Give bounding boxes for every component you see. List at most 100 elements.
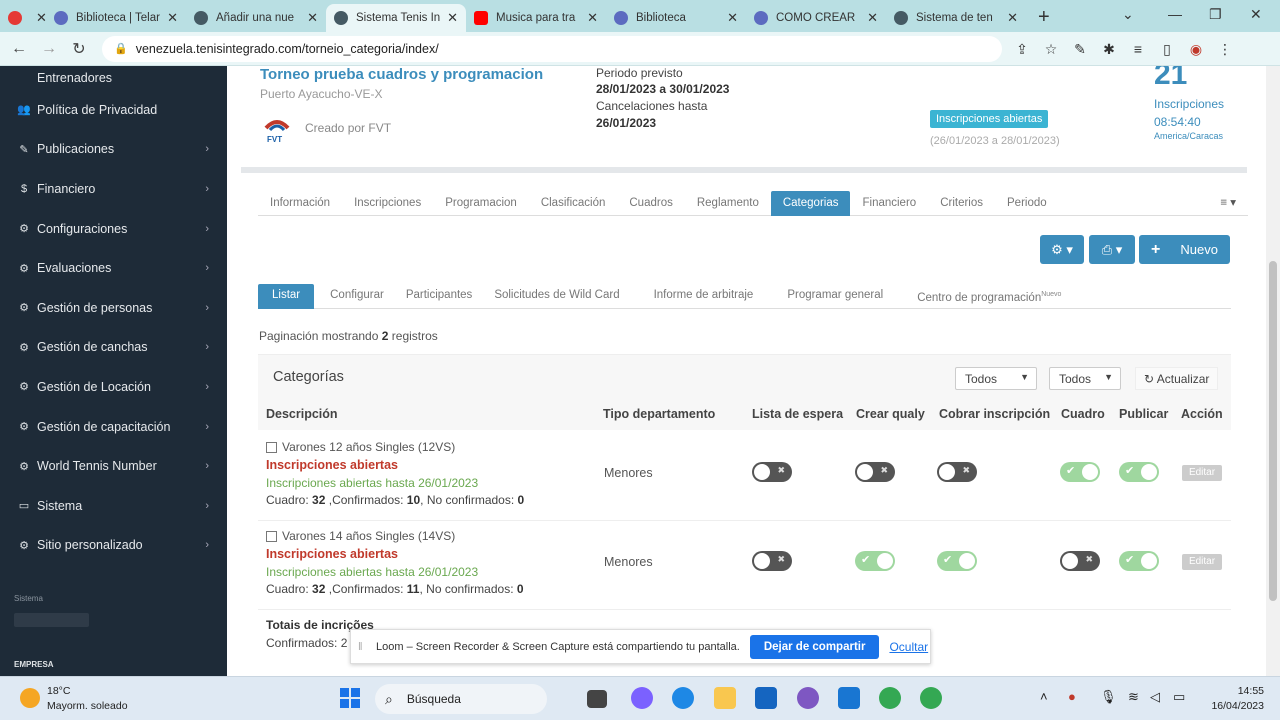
toggle-publicar[interactable] [1119, 462, 1159, 482]
browser-tab-0[interactable]: ✕ [0, 4, 46, 32]
tab-financiero[interactable]: Financiero [850, 191, 928, 216]
tab-reglamento[interactable]: Reglamento [685, 191, 771, 216]
minimize-icon[interactable]: — [1168, 6, 1182, 22]
close-icon[interactable]: ✕ [447, 10, 458, 26]
sidebar-item-privacidad[interactable]: 👥 Política de Privacidad [0, 90, 227, 130]
tab-inscripciones[interactable]: Inscripciones [342, 191, 433, 216]
browser-tab-7[interactable]: Sistema de ten ✕ [886, 4, 1026, 32]
th-tipo-departamento[interactable]: Tipo departamento [603, 407, 715, 421]
subtab-wildcard[interactable]: Solicitudes de Wild Card [494, 284, 653, 309]
chrome-icon[interactable] [879, 687, 901, 709]
settings-dropdown-button[interactable]: ⚙ ▾ [1040, 235, 1084, 264]
row-checkbox[interactable] [266, 531, 277, 542]
taskbar-date[interactable]: 16/04/2023 [1202, 700, 1264, 712]
toggle-cuadro[interactable] [1060, 462, 1100, 482]
filter-select-2[interactable]: Todos ▼ [1049, 367, 1121, 390]
close-window-icon[interactable]: ✕ [1250, 6, 1262, 23]
file-explorer-dark-icon[interactable] [587, 690, 607, 708]
reading-list-icon[interactable]: ≡ [1129, 40, 1147, 58]
chevron-up-icon[interactable]: ˄ [1040, 689, 1048, 704]
url-field[interactable]: 🔒 venezuela.tenisintegrado.com/torneio_c… [102, 35, 1002, 62]
browser-tab-6[interactable]: COMO CREAR ✕ [746, 4, 886, 32]
browser-tab-5[interactable]: Biblioteca ✕ [606, 4, 746, 32]
tab-criterios[interactable]: Criterios [928, 191, 995, 216]
close-icon[interactable]: ✕ [167, 10, 178, 26]
sidebar-item-publicaciones[interactable]: ✎ Publicaciones › [0, 130, 227, 170]
close-icon[interactable]: ✕ [307, 10, 318, 26]
folder-icon[interactable] [714, 687, 736, 709]
subtab-participantes[interactable]: Participantes [406, 284, 494, 309]
tab-periodo[interactable]: Periodo [995, 191, 1059, 216]
edit-button[interactable]: Editar [1182, 465, 1222, 481]
sidebar-item-canchas[interactable]: ⚙ Gestión de canchas › [0, 328, 227, 368]
weather-temp[interactable]: 18°C [47, 685, 70, 697]
row-checkbox[interactable] [266, 442, 277, 453]
th-lista-espera[interactable]: Lista de espera [752, 407, 843, 421]
tournament-title[interactable]: Torneo prueba cuadros y programacion [260, 66, 543, 83]
forward-icon[interactable]: → [38, 40, 60, 58]
weather-icon[interactable] [20, 688, 40, 708]
reload-icon[interactable]: ↻ [68, 39, 90, 59]
refresh-button[interactable]: ↻ Actualizar [1135, 367, 1219, 390]
toggle-cobrar-inscripcion[interactable] [937, 462, 977, 482]
store-icon[interactable] [755, 687, 777, 709]
sidebar-item-evaluaciones[interactable]: ⚙ Evaluaciones › [0, 248, 227, 288]
scrollbar-thumb[interactable] [1269, 261, 1277, 601]
toggle-lista-espera[interactable] [752, 551, 792, 571]
browser-tab-4[interactable]: Musica para tra ✕ [466, 4, 606, 32]
subtab-centro[interactable]: Centro de programaciónNuevo [917, 284, 1077, 309]
page-scrollbar[interactable] [1266, 66, 1280, 676]
th-descripcion[interactable]: Descripción [266, 407, 338, 421]
sidebar-item-capacitacion[interactable]: ⚙ Gestión de capacitación › [0, 407, 227, 447]
sidebar-item-sitio[interactable]: ⚙ Sitio personalizado › [0, 526, 227, 566]
filter-select-1[interactable]: Todos ▼ [955, 367, 1037, 390]
volume-icon[interactable]: ◁ [1150, 689, 1160, 705]
microphone-icon[interactable]: 🎙 [1100, 689, 1117, 705]
tab-cuadros[interactable]: Cuadros [617, 191, 684, 216]
drag-handle-icon[interactable]: ‖ [358, 641, 368, 653]
share-icon[interactable]: ⇪ [1013, 40, 1031, 58]
edge-icon[interactable] [672, 687, 694, 709]
teams-icon[interactable] [631, 687, 653, 709]
tab-programacion[interactable]: Programacion [433, 191, 529, 216]
print-dropdown-button[interactable]: ⎙ ▾ [1089, 235, 1135, 264]
th-publicar[interactable]: Publicar [1119, 407, 1168, 421]
browser-tab-2[interactable]: Añadir una nue ✕ [186, 4, 326, 32]
sidebar-item-sistema[interactable]: ▭ Sistema › [0, 486, 227, 526]
wifi-icon[interactable]: ≋ [1128, 689, 1139, 705]
th-crear-qualy[interactable]: Crear qualy [856, 407, 925, 421]
subtab-programar[interactable]: Programar general [787, 284, 917, 309]
taskbar-clock[interactable]: 14:55 [1234, 685, 1264, 697]
toggle-cobrar-inscripcion[interactable] [937, 551, 977, 571]
stop-sharing-button[interactable]: Dejar de compartir [749, 634, 880, 659]
toggle-cuadro[interactable] [1060, 551, 1100, 571]
extension-icon[interactable]: ✎ [1071, 40, 1089, 58]
toggle-lista-espera[interactable] [752, 462, 792, 482]
sidebar-item-financiero[interactable]: $ Financiero › [0, 169, 227, 209]
sidebar-item-entrenadores[interactable]: Entrenadores [0, 66, 227, 90]
chrome-profile-icon[interactable] [920, 687, 942, 709]
close-icon[interactable]: ✕ [587, 10, 598, 26]
toggle-crear-qualy[interactable] [855, 551, 895, 571]
sidebar-item-wtn[interactable]: ⚙ World Tennis Number › [0, 446, 227, 486]
th-cobrar-inscripcion[interactable]: Cobrar inscripción [939, 407, 1050, 421]
sidebar-item-locacion[interactable]: ⚙ Gestión de Locación › [0, 367, 227, 407]
close-icon[interactable]: ✕ [36, 10, 46, 26]
new-button[interactable]: + Nuevo [1139, 235, 1230, 264]
back-icon[interactable]: ← [8, 40, 30, 58]
sidepanel-icon[interactable]: ▯ [1158, 40, 1176, 58]
app-icon[interactable] [797, 687, 819, 709]
edit-button[interactable]: Editar [1182, 554, 1222, 570]
subtab-listar[interactable]: Listar [258, 284, 315, 309]
sidebar-item-personas[interactable]: ⚙ Gestión de personas › [0, 288, 227, 328]
browser-tab-3[interactable]: Sistema Tenis In ✕ [326, 4, 466, 32]
tray-app-icon[interactable]: ● [1068, 689, 1076, 704]
sidebar-item-configuraciones[interactable]: ⚙ Configuraciones › [0, 209, 227, 249]
toggle-publicar[interactable] [1119, 551, 1159, 571]
restore-icon[interactable]: ❐ [1209, 6, 1222, 23]
weather-desc[interactable]: Mayorm. soleado [47, 700, 128, 712]
puzzle-icon[interactable]: ✱ [1100, 40, 1118, 58]
taskbar-search[interactable]: ⌕ Búsqueda [375, 684, 547, 714]
close-icon[interactable]: ✕ [867, 10, 878, 26]
new-tab-button[interactable]: + [1038, 4, 1050, 32]
